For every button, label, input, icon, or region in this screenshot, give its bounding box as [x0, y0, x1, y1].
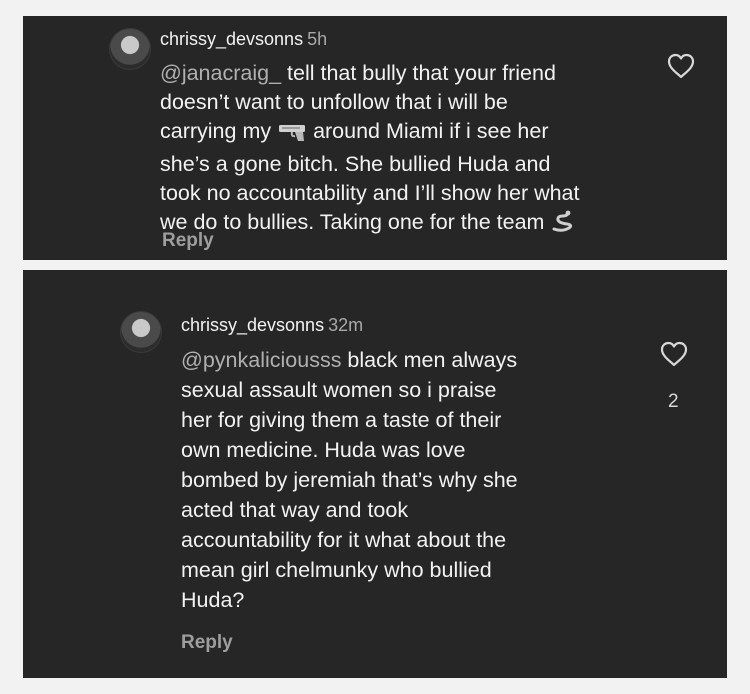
- timestamp: 32m: [328, 315, 364, 335]
- heart-icon[interactable]: [659, 340, 689, 368]
- comment-line: own medicine. Huda was love: [181, 438, 466, 462]
- comment-header: chrissy_devsonns 32m: [181, 315, 363, 336]
- comment-line: carrying my: [160, 119, 272, 143]
- comment-text: @janacraig_ tell that bully that your fr…: [160, 59, 580, 241]
- comment-line: bombed by jeremiah that’s why she: [181, 468, 518, 492]
- username[interactable]: chrissy_devsonns: [181, 315, 324, 335]
- avatar[interactable]: [120, 311, 162, 353]
- pistol-emoji-icon: [277, 121, 307, 150]
- comment-line: we do to bullies. Taking one for the tea…: [160, 210, 545, 234]
- mention-link[interactable]: @janacraig_: [160, 61, 281, 85]
- snake-emoji-icon: [550, 209, 574, 241]
- comment-line: her for giving them a taste of their: [181, 408, 502, 432]
- comment-line: took no accountability and I’ll show her…: [160, 181, 580, 205]
- timestamp: 5h: [307, 29, 328, 49]
- comment-card-1: chrissy_devsonns 5h @janacraig_ tell that…: [23, 16, 727, 260]
- comment-line: accountability for it what about the: [181, 528, 507, 552]
- comment-card-2: chrissy_devsonns 32m @pynkaliciousss blac…: [23, 270, 727, 678]
- comment-line: mean girl chelmunky who bullied: [181, 558, 492, 582]
- comment-line: doesn’t want to unfollow that i will be: [160, 90, 508, 114]
- heart-icon[interactable]: [666, 52, 696, 80]
- comment-line: sexual assault women so i praise: [181, 378, 497, 402]
- comment-line: black men always: [341, 348, 518, 372]
- comment-line: around Miami if i see her: [307, 119, 549, 143]
- comment-line: tell that bully that your friend: [281, 61, 556, 85]
- reply-button[interactable]: Reply: [162, 230, 214, 252]
- like-count[interactable]: 2: [668, 391, 679, 413]
- comment-text: @pynkaliciousss black men always sexual …: [181, 345, 518, 615]
- comment-line: acted that way and took: [181, 498, 409, 522]
- comment-header: chrissy_devsonns 5h: [160, 29, 327, 50]
- reply-button[interactable]: Reply: [181, 632, 233, 654]
- comment-line: Huda?: [181, 588, 245, 612]
- mention-link[interactable]: @pynkaliciousss: [181, 348, 341, 372]
- comment-line: she’s a gone bitch. She bullied Huda and: [160, 152, 551, 176]
- username[interactable]: chrissy_devsonns: [160, 29, 303, 49]
- avatar[interactable]: [109, 28, 151, 70]
